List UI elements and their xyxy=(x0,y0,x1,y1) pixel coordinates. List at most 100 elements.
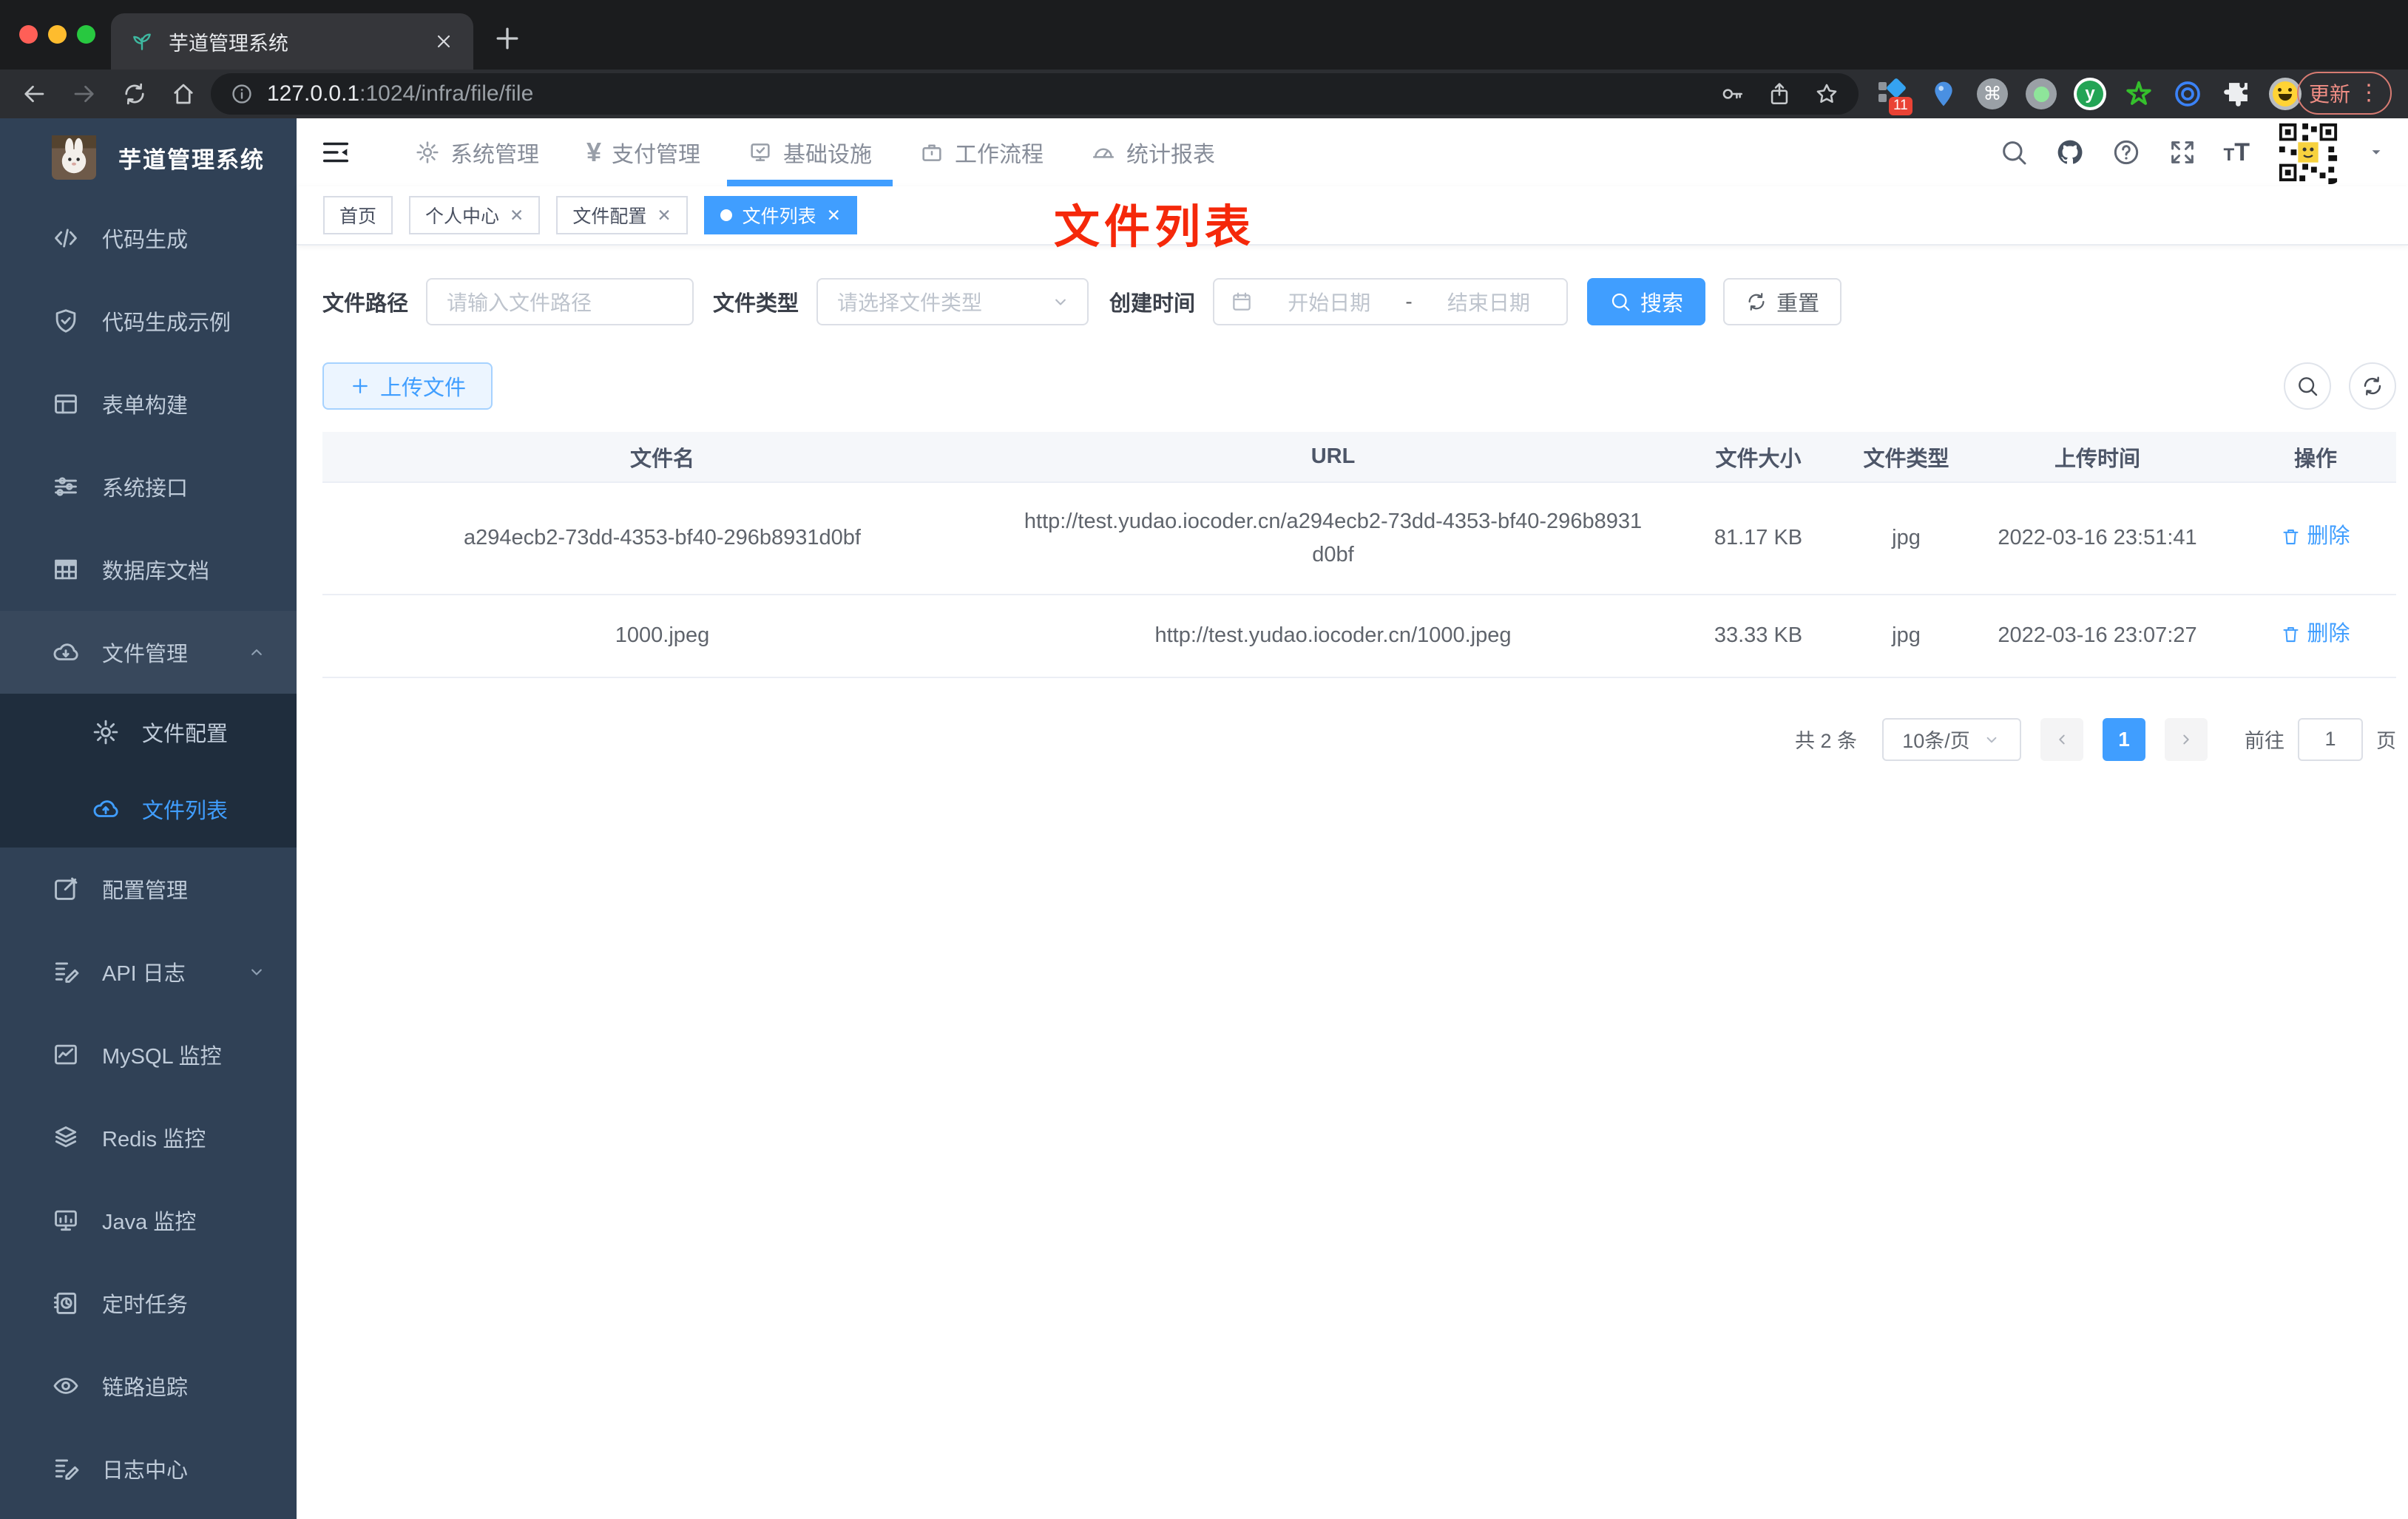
sidebar-item-file-config[interactable]: 文件配置 xyxy=(0,694,297,771)
sidebar-collapse-icon[interactable] xyxy=(319,135,353,169)
file-path-label: 文件路径 xyxy=(322,292,409,316)
upload-file-button[interactable]: 上传文件 xyxy=(322,362,493,410)
window-minimize-button[interactable] xyxy=(48,25,67,44)
sidebar: 芋道管理系统 代码生成 代码生成示例 表单构建 系统接口 数据库文档 文件管理 … xyxy=(0,118,297,1519)
tab-payment-management[interactable]: ¥ 支付管理 xyxy=(563,118,724,186)
pagination: 共 2 条 10条/页 1 前往 页 xyxy=(322,717,2396,761)
caret-down-icon[interactable] xyxy=(2367,143,2386,162)
close-icon[interactable]: ✕ xyxy=(827,206,841,226)
sidebar-item-system-api[interactable]: 系统接口 xyxy=(0,445,297,528)
page-size-select[interactable]: 10条/页 xyxy=(1882,717,2021,761)
tag-profile[interactable]: 个人中心 ✕ xyxy=(409,196,541,234)
goto-page-input[interactable] xyxy=(2298,717,2363,761)
chevron-left-icon xyxy=(2052,730,2072,749)
forward-button[interactable] xyxy=(71,81,98,107)
extension-pin-icon[interactable] xyxy=(1927,78,1960,110)
table-header-row: 文件名 URL 文件大小 文件类型 上传时间 操作 xyxy=(322,432,2396,483)
sidebar-item-code-example[interactable]: 代码生成示例 xyxy=(0,280,297,362)
address-bar[interactable]: 127.0.0.1:1024/infra/file/file xyxy=(211,73,1859,115)
back-button[interactable] xyxy=(21,81,47,107)
tab-infrastructure[interactable]: 基础设施 xyxy=(724,118,896,186)
tab-system-management[interactable]: 系统管理 xyxy=(391,118,563,186)
extension-y-icon[interactable]: y xyxy=(2074,78,2106,110)
site-info-icon[interactable] xyxy=(230,82,254,106)
delete-button[interactable]: 删除 xyxy=(2281,520,2350,553)
reload-button[interactable] xyxy=(121,81,148,107)
extension-grid-icon[interactable]: 11 xyxy=(1878,77,1912,115)
tab-close-icon[interactable] xyxy=(433,31,454,52)
date-range-picker[interactable]: 开始日期 - 结束日期 xyxy=(1213,278,1569,325)
browser-update-button[interactable]: 更新 ⋮ xyxy=(2297,72,2392,115)
sidebar-item-file-management[interactable]: 文件管理 xyxy=(0,611,297,694)
file-type-select[interactable]: 请选择文件类型 xyxy=(816,278,1089,325)
cell-upload-time: 2022-03-16 23:07:27 xyxy=(1960,594,2235,678)
cell-file-size: 81.17 KB xyxy=(1664,482,1853,595)
tab-title: 芋道管理系统 xyxy=(169,32,288,55)
cell-file-type: jpg xyxy=(1853,594,1960,678)
reset-button[interactable]: 重置 xyxy=(1723,278,1842,325)
chevron-down-icon xyxy=(246,961,267,982)
bookmark-star-icon[interactable] xyxy=(1814,81,1839,106)
col-actions: 操作 xyxy=(2235,432,2396,483)
cell-url: http://test.yudao.iocoder.cn/1000.jpeg xyxy=(1002,594,1664,678)
close-icon[interactable]: ✕ xyxy=(510,206,524,226)
new-tab-button[interactable] xyxy=(491,22,524,55)
sidebar-item-file-list[interactable]: 文件列表 xyxy=(0,771,297,848)
extension-record-icon[interactable] xyxy=(2025,78,2057,110)
page-number-button[interactable]: 1 xyxy=(2103,717,2145,761)
sidebar-item-java-monitor[interactable]: Java 监控 xyxy=(0,1179,297,1262)
fullscreen-icon[interactable] xyxy=(2168,138,2197,167)
start-date-placeholder: 开始日期 xyxy=(1288,291,1371,314)
sidebar-submenu-file: 文件配置 文件列表 xyxy=(0,694,297,848)
extension-eye-icon[interactable] xyxy=(2171,78,2204,110)
extension-green-star-icon[interactable] xyxy=(2123,78,2155,110)
font-size-icon[interactable]: TT xyxy=(2224,138,2250,167)
prev-page-button[interactable] xyxy=(2040,717,2083,761)
extension-command-icon[interactable]: ⌘ xyxy=(1976,78,2009,110)
tab-workflow[interactable]: 工作流程 xyxy=(896,118,1067,186)
table-row: 1000.jpeg http://test.yudao.iocoder.cn/1… xyxy=(322,594,2396,678)
sidebar-item-log-center[interactable]: 日志中心 xyxy=(0,1427,297,1510)
tag-home[interactable]: 首页 xyxy=(323,196,393,234)
edit-icon xyxy=(52,875,80,903)
avatar[interactable] xyxy=(2276,121,2340,184)
share-icon[interactable] xyxy=(1767,81,1792,106)
browser-menu-icon[interactable]: ⋮ xyxy=(2358,82,2380,104)
help-icon[interactable] xyxy=(2111,138,2141,167)
tab-statistics-report[interactable]: 统计报表 xyxy=(1067,118,1239,186)
delete-button[interactable]: 删除 xyxy=(2281,618,2350,651)
window-zoom-button[interactable] xyxy=(77,25,95,44)
col-file-type: 文件类型 xyxy=(1853,432,1960,483)
sidebar-item-form-builder[interactable]: 表单构建 xyxy=(0,362,297,445)
file-path-input[interactable]: 请输入文件路径 xyxy=(426,278,694,325)
sidebar-item-trace[interactable]: 链路追踪 xyxy=(0,1344,297,1427)
window-close-button[interactable] xyxy=(19,25,38,44)
home-button[interactable] xyxy=(170,81,197,107)
sidebar-item-scheduled-task[interactable]: 定时任务 xyxy=(0,1262,297,1344)
tag-file-config[interactable]: 文件配置 ✕ xyxy=(556,196,688,234)
toggle-search-button[interactable] xyxy=(2284,362,2331,410)
tag-file-list[interactable]: 文件列表 ✕ xyxy=(703,196,857,234)
search-icon[interactable] xyxy=(1999,138,2029,167)
next-page-button[interactable] xyxy=(2165,717,2208,761)
sidebar-item-code-generation[interactable]: 代码生成 xyxy=(0,197,297,280)
password-key-icon[interactable] xyxy=(1719,81,1745,106)
extensions-puzzle-icon[interactable] xyxy=(2220,78,2253,110)
sidebar-item-api-log[interactable]: API 日志 xyxy=(0,930,297,1013)
browser-tab[interactable]: 芋道管理系统 xyxy=(111,13,473,70)
sliders-icon xyxy=(52,473,80,501)
main-area: 系统管理 ¥ 支付管理 基础设施 工作流程 统计报表 TT 首页 个人中心 ✕ 文件… xyxy=(297,118,2408,1519)
sidebar-item-config-management[interactable]: 配置管理 xyxy=(0,848,297,930)
log-center-icon xyxy=(52,1455,80,1483)
close-icon[interactable]: ✕ xyxy=(657,206,671,226)
sidebar-logo[interactable]: 芋道管理系统 xyxy=(0,118,297,197)
search-button[interactable]: 搜索 xyxy=(1587,278,1706,325)
refresh-table-button[interactable] xyxy=(2349,362,2396,410)
sidebar-item-redis-monitor[interactable]: Redis 监控 xyxy=(0,1096,297,1179)
chevron-up-icon xyxy=(246,642,267,663)
cell-file-type: jpg xyxy=(1853,482,1960,595)
sidebar-item-mysql-monitor[interactable]: MySQL 监控 xyxy=(0,1013,297,1096)
sidebar-item-db-doc[interactable]: 数据库文档 xyxy=(0,528,297,611)
top-menu: 系统管理 ¥ 支付管理 基础设施 工作流程 统计报表 xyxy=(391,118,1239,186)
github-icon[interactable] xyxy=(2055,138,2085,167)
